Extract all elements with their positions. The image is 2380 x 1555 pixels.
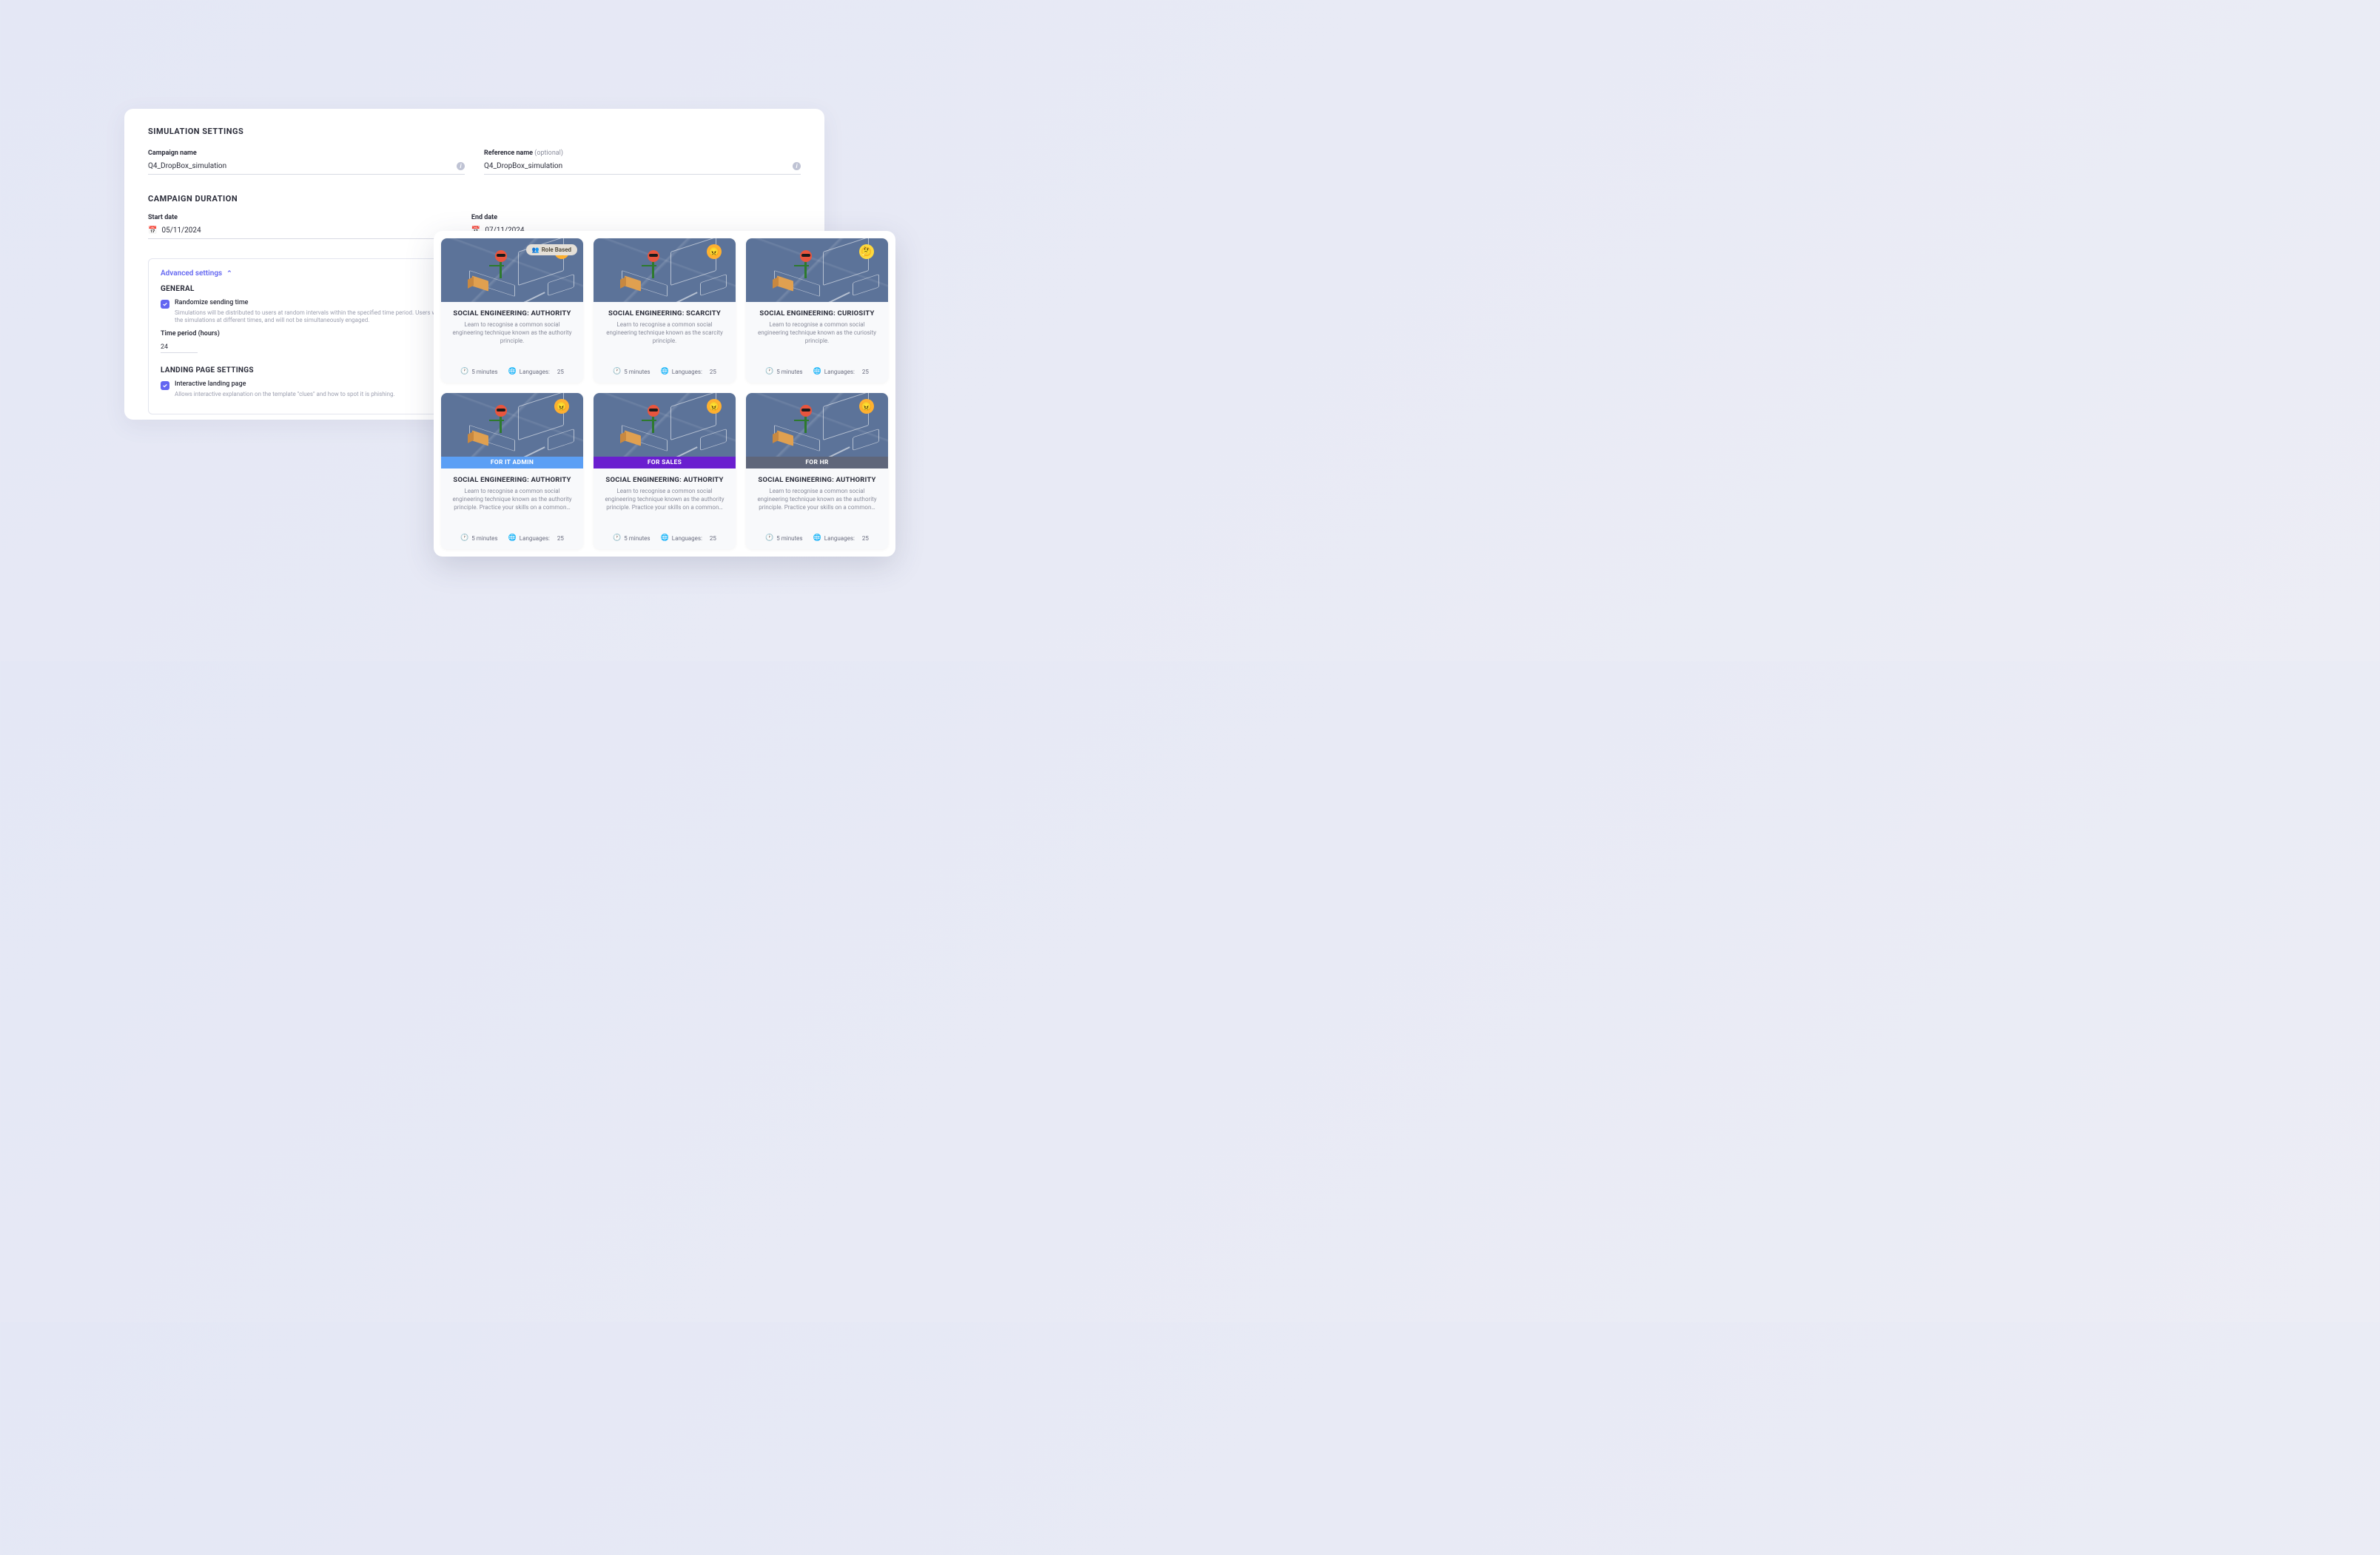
- card-footer: 🕐 5 minutes 🌐 Languages: 25: [594, 528, 736, 549]
- card-title: SOCIAL ENGINEERING: AUTHORITY: [601, 476, 728, 484]
- card-body: SOCIAL ENGINEERING: SCARCITY Learn to re…: [594, 302, 736, 362]
- role-based-badge: 👥Role Based: [526, 244, 577, 255]
- training-cards-panel: 😠 👥Role Based SOCIAL ENGINEERING: AUTHOR…: [434, 231, 895, 557]
- card-title: SOCIAL ENGINEERING: AUTHORITY: [448, 476, 576, 484]
- clock-icon: 🕐: [613, 534, 621, 542]
- languages-meta: 🌐 Languages: 25: [508, 534, 564, 542]
- interactive-landing-checkbox[interactable]: [161, 381, 169, 390]
- translate-icon: 🌐: [661, 534, 669, 542]
- card-footer: 🕐 5 minutes 🌐 Languages: 25: [441, 362, 583, 383]
- card-illustration: 😠: [594, 393, 736, 457]
- card-description: Learn to recognise a common social engin…: [753, 488, 881, 523]
- angry-emoji-icon: 😠: [707, 244, 722, 259]
- translate-icon: 🌐: [813, 368, 821, 375]
- languages-meta: 🌐 Languages: 25: [661, 534, 716, 542]
- duration-meta: 🕐 5 minutes: [613, 368, 650, 375]
- campaign-name-value: Q4_DropBox_simulation: [148, 162, 226, 170]
- angry-emoji-icon: 😠: [707, 399, 722, 414]
- training-card[interactable]: 😠 👥Role Based SOCIAL ENGINEERING: AUTHOR…: [441, 238, 583, 383]
- start-date-group: Start date 📅05/11/2024: [148, 214, 452, 239]
- angry-emoji-icon: 😠: [859, 399, 874, 414]
- calendar-icon: 📅: [148, 226, 157, 235]
- translate-icon: 🌐: [813, 534, 821, 542]
- role-strip: FOR IT ADMIN: [441, 457, 583, 468]
- training-card[interactable]: 😠 SOCIAL ENGINEERING: SCARCITY Learn to …: [594, 238, 736, 383]
- card-body: SOCIAL ENGINEERING: CURIOSITY Learn to r…: [746, 302, 888, 362]
- card-illustration: 😠: [594, 238, 736, 302]
- campaign-name-input[interactable]: Q4_DropBox_simulation i: [148, 160, 465, 175]
- duration-meta: 🕐 5 minutes: [460, 534, 497, 542]
- randomize-desc: Simulations will be distributed to users…: [175, 309, 466, 325]
- duration-meta: 🕐 5 minutes: [765, 534, 802, 542]
- duration-meta: 🕐 5 minutes: [613, 534, 650, 542]
- card-footer: 🕐 5 minutes 🌐 Languages: 25: [594, 362, 736, 383]
- reference-name-label: Reference name (optional): [484, 150, 801, 157]
- start-date-input[interactable]: 📅05/11/2024: [148, 224, 452, 239]
- info-icon[interactable]: i: [457, 162, 465, 170]
- reference-name-input[interactable]: Q4_DropBox_simulation i: [484, 160, 801, 175]
- training-card[interactable]: 🤔 SOCIAL ENGINEERING: CURIOSITY Learn to…: [746, 238, 888, 383]
- training-card[interactable]: 😠 FOR HR SOCIAL ENGINEERING: AUTHORITY L…: [746, 393, 888, 549]
- reference-name-value: Q4_DropBox_simulation: [484, 162, 562, 170]
- settings-title: SIMULATION SETTINGS: [148, 127, 801, 136]
- card-body: SOCIAL ENGINEERING: AUTHORITY Learn to r…: [746, 468, 888, 528]
- card-title: SOCIAL ENGINEERING: AUTHORITY: [753, 476, 881, 484]
- card-title: SOCIAL ENGINEERING: SCARCITY: [601, 309, 728, 318]
- training-card[interactable]: 😠 FOR SALES SOCIAL ENGINEERING: AUTHORIT…: [594, 393, 736, 549]
- randomize-label: Randomize sending time: [175, 299, 466, 308]
- chevron-up-icon: ⌃: [226, 270, 232, 278]
- card-description: Learn to recognise a common social engin…: [448, 488, 576, 523]
- campaign-name-label: Campaign name: [148, 150, 465, 157]
- card-description: Learn to recognise a common social engin…: [753, 321, 881, 356]
- role-strip: FOR SALES: [594, 457, 736, 468]
- campaign-name-group: Campaign name Q4_DropBox_simulation i: [148, 150, 465, 175]
- group-icon: 👥: [532, 246, 539, 253]
- thinking-emoji-icon: 🤔: [859, 244, 874, 259]
- card-body: SOCIAL ENGINEERING: AUTHORITY Learn to r…: [441, 302, 583, 362]
- reference-name-group: Reference name (optional) Q4_DropBox_sim…: [484, 150, 801, 175]
- card-description: Learn to recognise a common social engin…: [601, 321, 728, 356]
- card-footer: 🕐 5 minutes 🌐 Languages: 25: [441, 528, 583, 549]
- angry-emoji-icon: 😠: [554, 399, 569, 414]
- languages-meta: 🌐 Languages: 25: [813, 368, 869, 375]
- card-illustration: 😠: [441, 393, 583, 457]
- info-icon[interactable]: i: [793, 162, 801, 170]
- languages-meta: 🌐 Languages: 25: [661, 368, 716, 375]
- clock-icon: 🕐: [765, 368, 773, 375]
- duration-meta: 🕐 5 minutes: [765, 368, 802, 375]
- translate-icon: 🌐: [508, 534, 517, 542]
- campaign-duration-title: CAMPAIGN DURATION: [148, 194, 801, 204]
- clock-icon: 🕐: [460, 368, 468, 375]
- end-date-label: End date: [471, 214, 776, 221]
- interactive-landing-label: Interactive landing page: [175, 380, 395, 389]
- languages-meta: 🌐 Languages: 25: [813, 534, 869, 542]
- time-period-label: Time period (hours): [161, 330, 466, 337]
- role-strip: FOR HR: [746, 457, 888, 468]
- randomize-checkbox[interactable]: [161, 300, 169, 309]
- card-title: SOCIAL ENGINEERING: AUTHORITY: [448, 309, 576, 318]
- card-description: Learn to recognise a common social engin…: [601, 488, 728, 523]
- interactive-landing-desc: Allows interactive explanation on the te…: [175, 391, 395, 398]
- card-illustration: 😠 👥Role Based: [441, 238, 583, 302]
- card-description: Learn to recognise a common social engin…: [448, 321, 576, 356]
- clock-icon: 🕐: [613, 368, 621, 375]
- card-footer: 🕐 5 minutes 🌐 Languages: 25: [746, 362, 888, 383]
- card-illustration: 😠: [746, 393, 888, 457]
- translate-icon: 🌐: [661, 368, 669, 375]
- card-footer: 🕐 5 minutes 🌐 Languages: 25: [746, 528, 888, 549]
- languages-meta: 🌐 Languages: 25: [508, 368, 564, 375]
- time-period-input[interactable]: 24: [161, 342, 198, 353]
- training-card[interactable]: 😠 FOR IT ADMIN SOCIAL ENGINEERING: AUTHO…: [441, 393, 583, 549]
- card-body: SOCIAL ENGINEERING: AUTHORITY Learn to r…: [594, 468, 736, 528]
- translate-icon: 🌐: [508, 368, 517, 375]
- clock-icon: 🕐: [460, 534, 468, 542]
- start-date-label: Start date: [148, 214, 452, 221]
- card-illustration: 🤔: [746, 238, 888, 302]
- card-body: SOCIAL ENGINEERING: AUTHORITY Learn to r…: [441, 468, 583, 528]
- duration-meta: 🕐 5 minutes: [460, 368, 497, 375]
- card-title: SOCIAL ENGINEERING: CURIOSITY: [753, 309, 881, 318]
- clock-icon: 🕐: [765, 534, 773, 542]
